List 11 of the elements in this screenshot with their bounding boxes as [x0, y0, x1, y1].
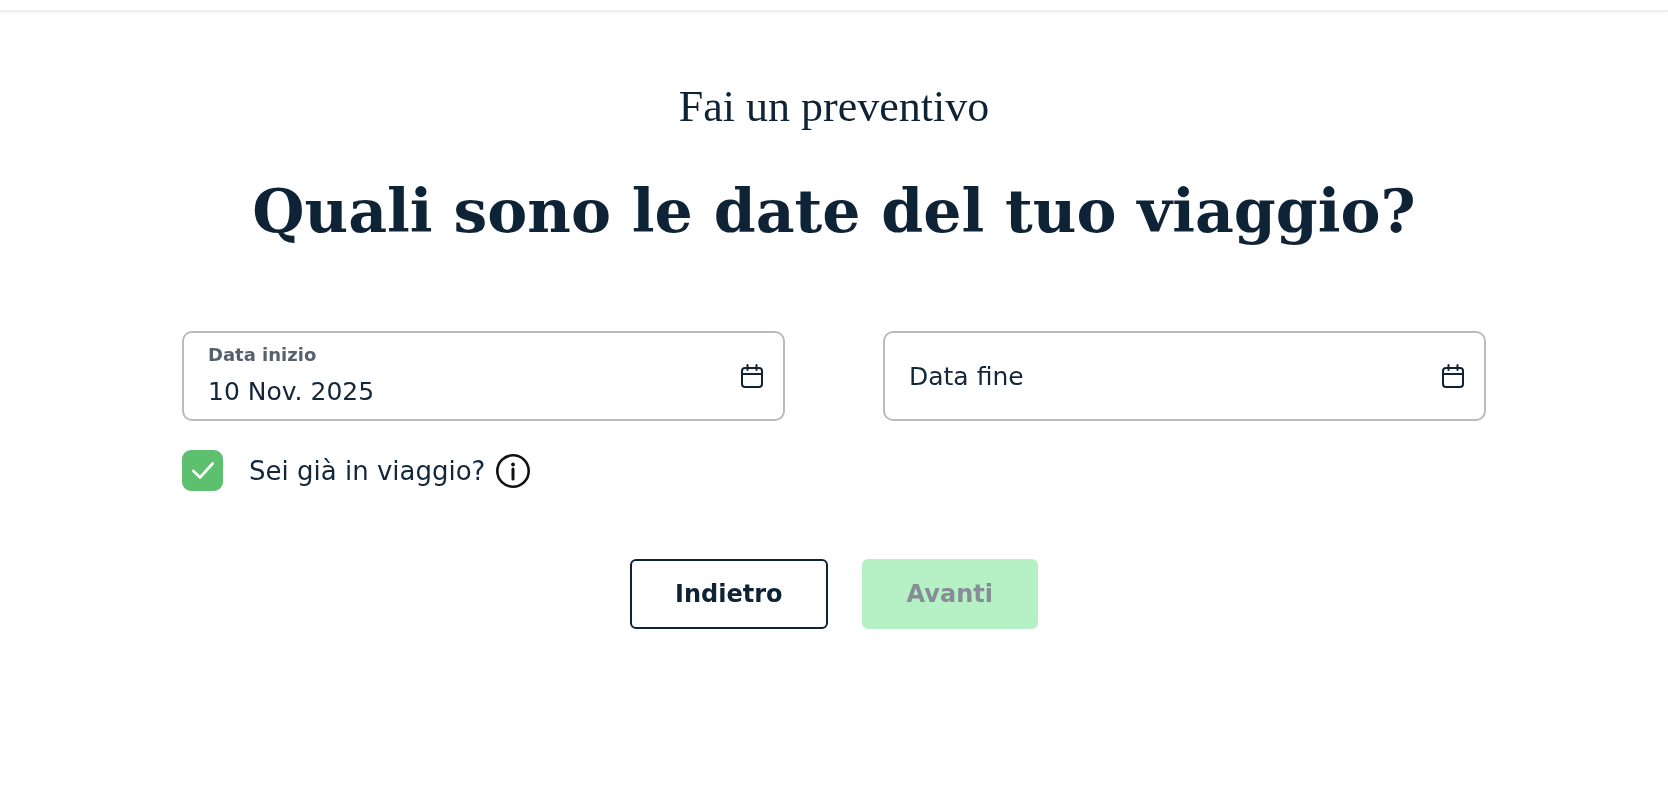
checkmark-icon	[191, 462, 214, 479]
travelling-checkbox[interactable]	[182, 450, 223, 491]
date-field[interactable]: Data fine	[883, 331, 1486, 421]
back-button[interactable]: Indietro	[630, 559, 828, 629]
info-icon[interactable]	[496, 453, 531, 488]
eyebrow-text: Fai un preventivo	[678, 82, 990, 132]
calendar-icon[interactable]	[740, 364, 764, 388]
calendar-icon[interactable]	[1441, 364, 1465, 388]
page-heading: Quali sono le date del tuo viaggio?	[252, 175, 1416, 248]
checkbox-label: Sei già in viaggio?	[249, 454, 486, 488]
date-field-label: Data inizio	[208, 344, 317, 366]
